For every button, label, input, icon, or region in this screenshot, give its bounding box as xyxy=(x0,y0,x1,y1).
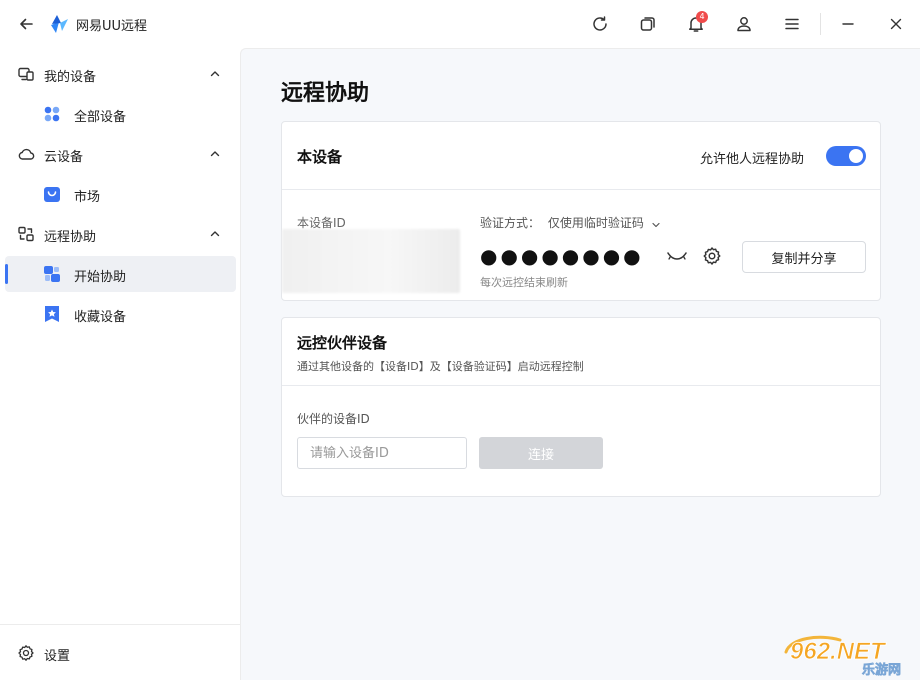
notification-badge: 4 xyxy=(696,11,708,23)
cloud-icon xyxy=(17,145,35,163)
menu-icon[interactable] xyxy=(780,12,804,36)
verification-code-masked: ●●●●●●●● xyxy=(480,244,644,268)
sidebar-group-remote-assist[interactable]: 远程协助 xyxy=(0,216,240,252)
connect-button[interactable]: 连接 xyxy=(479,437,603,469)
eye-closed-icon[interactable] xyxy=(666,247,688,265)
devices-icon xyxy=(17,65,35,83)
card-divider xyxy=(282,189,880,190)
partner-device-card: 远控伙伴设备 通过其他设备的【设备ID】及【设备验证码】启动远程控制 伙伴的设备… xyxy=(281,317,881,497)
card-title: 本设备 xyxy=(297,148,343,166)
watermark-text-bottom: 乐游网 xyxy=(862,662,901,678)
device-id-blurred xyxy=(282,229,460,293)
verify-method-value: 仅使用临时验证码 xyxy=(547,216,644,230)
sidebar: 我的设备 全部设备 云设备 市场 远程协助 开始协助 收藏设备 设置 xyxy=(0,48,240,680)
sidebar-divider xyxy=(0,624,240,625)
shopping-bag-icon xyxy=(42,184,62,204)
chevron-up-icon[interactable] xyxy=(208,67,222,81)
sidebar-item-label: 开始协助 xyxy=(74,270,127,285)
app-title: 网易UU远程 xyxy=(76,19,148,34)
sidebar-item-start-assist[interactable]: 开始协助 xyxy=(5,256,236,292)
card-divider xyxy=(282,385,880,386)
card-title: 远控伙伴设备 xyxy=(297,334,388,352)
watermark-text-top: 962.NET xyxy=(790,638,887,665)
sidebar-item-label: 市场 xyxy=(74,190,101,205)
title-bar: 网易UU远程 4 xyxy=(0,0,920,48)
sidebar-group-label: 我的设备 xyxy=(44,70,97,85)
back-arrow-icon[interactable] xyxy=(14,12,38,36)
titlebar-divider xyxy=(820,13,821,35)
sidebar-item-market[interactable]: 市场 xyxy=(5,176,236,212)
grid-dots-icon xyxy=(42,104,62,124)
partner-id-label: 伙伴的设备ID xyxy=(297,412,370,426)
settings-label: 设置 xyxy=(44,649,71,664)
app-logo-icon xyxy=(48,13,70,35)
favorite-star-icon xyxy=(42,304,62,324)
sidebar-item-label: 收藏设备 xyxy=(74,310,127,325)
copy-share-button[interactable]: 复制并分享 xyxy=(742,241,866,273)
chevron-up-icon[interactable] xyxy=(208,227,222,241)
sidebar-item-label: 全部设备 xyxy=(74,110,127,125)
multi-window-icon[interactable] xyxy=(636,12,660,36)
toggle-knob xyxy=(849,149,863,163)
verify-method-label: 验证方式： xyxy=(480,216,541,230)
sidebar-group-label: 远程协助 xyxy=(44,230,97,245)
verify-method-dropdown[interactable]: 验证方式： 仅使用临时验证码 xyxy=(480,214,661,231)
refresh-note: 每次远控结束刷新 xyxy=(480,276,568,289)
sidebar-item-favorite-devices[interactable]: 收藏设备 xyxy=(5,296,236,332)
close-icon[interactable] xyxy=(884,12,908,36)
partner-description: 通过其他设备的【设备ID】及【设备验证码】启动远程控制 xyxy=(297,360,584,373)
user-account-icon[interactable] xyxy=(732,12,756,36)
allow-assist-toggle[interactable] xyxy=(826,146,866,166)
page-title: 远程协助 xyxy=(281,81,370,106)
settings-gear-icon xyxy=(17,644,35,662)
main-content: 远程协助 本设备 允许他人远程协助 本设备ID 验证方式： 仅使用临时验证码 ●… xyxy=(240,48,920,680)
chevron-up-icon[interactable] xyxy=(208,147,222,161)
verify-settings-gear-icon[interactable] xyxy=(702,246,722,266)
start-assist-icon xyxy=(42,264,62,284)
this-device-card: 本设备 允许他人远程协助 本设备ID 验证方式： 仅使用临时验证码 ●●●●●●… xyxy=(281,121,881,301)
active-indicator xyxy=(5,264,8,284)
partner-id-input[interactable] xyxy=(297,437,467,469)
minimize-icon[interactable] xyxy=(836,12,860,36)
remote-assist-icon xyxy=(17,225,35,243)
notification-bell-icon[interactable]: 4 xyxy=(684,11,708,36)
refresh-icon[interactable] xyxy=(588,12,612,36)
sidebar-group-cloud-devices[interactable]: 云设备 xyxy=(0,136,240,172)
sidebar-group-label: 云设备 xyxy=(44,150,84,165)
chevron-down-icon xyxy=(651,219,661,229)
sidebar-item-settings[interactable]: 设置 xyxy=(0,636,240,670)
allow-assist-label: 允许他人远程协助 xyxy=(700,152,805,167)
sidebar-item-all-devices[interactable]: 全部设备 xyxy=(5,96,236,132)
watermark-logo: 962.NET 乐游网 xyxy=(780,632,916,678)
sidebar-group-my-devices[interactable]: 我的设备 xyxy=(0,56,240,92)
